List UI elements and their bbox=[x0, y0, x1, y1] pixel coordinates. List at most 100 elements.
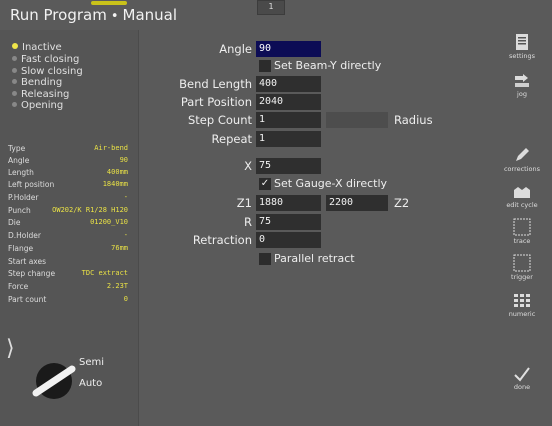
semi-auto-toggle-icon[interactable] bbox=[30, 355, 78, 403]
param-row: Type Air-bend bbox=[8, 143, 128, 154]
param-key: Die bbox=[8, 218, 21, 227]
title-separator: • bbox=[110, 9, 119, 24]
state-item-inactive: Inactive bbox=[12, 42, 62, 54]
set-gauge-x-label: Set Gauge-X directly bbox=[274, 177, 388, 190]
keypad-icon bbox=[514, 294, 530, 307]
trace-icon bbox=[513, 218, 531, 236]
param-key: Start axes bbox=[8, 257, 47, 266]
state-label: Opening bbox=[21, 100, 64, 111]
param-row: Start axes bbox=[8, 256, 128, 267]
state-label: Slow closing bbox=[21, 66, 83, 77]
z2-input[interactable]: 2200 bbox=[326, 195, 388, 211]
edit-cycle-icon bbox=[514, 187, 530, 198]
title-mode: Manual bbox=[122, 6, 178, 24]
radius-label: Radius bbox=[394, 113, 433, 127]
state-dot-icon bbox=[12, 90, 17, 96]
param-value: - bbox=[123, 193, 128, 201]
bend-length-label: Bend Length bbox=[179, 77, 252, 91]
set-beam-y-checkbox[interactable] bbox=[259, 60, 271, 72]
param-value: 0 bbox=[123, 295, 128, 303]
z1-input[interactable]: 1880 bbox=[256, 195, 321, 211]
param-key: Flange bbox=[8, 244, 34, 253]
state-label: Bending bbox=[21, 77, 63, 88]
param-row: Flange 76mm bbox=[8, 243, 128, 254]
param-key: Left position bbox=[8, 180, 55, 189]
param-row: Step change TDC extract bbox=[8, 268, 128, 279]
param-value: 90 bbox=[119, 156, 128, 164]
trigger-button[interactable]: trigger bbox=[500, 254, 544, 281]
param-row: Punch OW202/K R1/28 H120 bbox=[8, 205, 128, 216]
mode-auto-label[interactable]: Auto bbox=[79, 378, 102, 389]
param-value: 1840mm bbox=[102, 180, 128, 188]
param-value: - bbox=[123, 231, 128, 239]
retraction-label: Retraction bbox=[192, 233, 252, 247]
param-row: Die 01200_V10 bbox=[8, 217, 128, 228]
r-input[interactable]: 75 bbox=[256, 214, 321, 230]
angle-input[interactable]: 90 bbox=[256, 41, 321, 57]
state-dot-icon bbox=[12, 78, 17, 84]
edit-cycle-label: edit cycle bbox=[506, 201, 538, 209]
z2-label: Z2 bbox=[394, 196, 410, 210]
state-item-opening: Opening bbox=[12, 100, 63, 112]
part-position-label: Part Position bbox=[180, 95, 252, 109]
jog-button[interactable]: jog bbox=[500, 73, 544, 98]
param-row: Length 400mm bbox=[8, 167, 128, 178]
param-key: Angle bbox=[8, 156, 30, 165]
param-value: OW202/K R1/28 H120 bbox=[52, 206, 128, 214]
repeat-input[interactable]: 1 bbox=[256, 131, 321, 147]
param-key: Type bbox=[8, 144, 26, 153]
step-count-label: Step Count bbox=[188, 113, 252, 127]
pencil-icon bbox=[516, 148, 529, 161]
state-dot-icon bbox=[12, 43, 18, 49]
set-gauge-x-checkbox[interactable]: ✓ bbox=[259, 178, 271, 190]
parallel-retract-checkbox[interactable] bbox=[259, 253, 271, 265]
param-key: Part count bbox=[8, 295, 47, 304]
param-key: Step change bbox=[8, 269, 56, 278]
state-label: Releasing bbox=[21, 89, 70, 100]
jog-label: jog bbox=[517, 90, 527, 98]
param-value: 76mm bbox=[111, 244, 128, 252]
param-row: Part count 0 bbox=[8, 294, 128, 305]
chevron-right-icon[interactable]: ⟩ bbox=[6, 336, 15, 361]
param-row: Left position 1840mm bbox=[8, 179, 128, 190]
checkmark-icon bbox=[514, 367, 530, 382]
settings-icon bbox=[516, 34, 528, 50]
state-dot-icon bbox=[12, 101, 17, 107]
trace-button[interactable]: trace bbox=[500, 218, 544, 245]
jog-icon bbox=[515, 74, 529, 87]
part-position-input[interactable]: 2040 bbox=[256, 94, 321, 110]
settings-button[interactable]: settings bbox=[500, 33, 544, 60]
done-label: done bbox=[513, 383, 531, 391]
step-tab[interactable]: 1 bbox=[257, 0, 285, 15]
edit-cycle-button[interactable]: edit cycle bbox=[500, 184, 544, 209]
corrections-button[interactable]: corrections bbox=[500, 146, 544, 173]
param-value: 2.23T bbox=[106, 282, 128, 290]
done-button[interactable]: done bbox=[500, 366, 544, 391]
param-row: Force 2.23T bbox=[8, 281, 128, 292]
trigger-label: trigger bbox=[511, 273, 533, 281]
state-dot-icon bbox=[12, 67, 17, 73]
x-label: X bbox=[244, 159, 252, 173]
set-beam-y-label: Set Beam-Y directly bbox=[274, 59, 382, 72]
radius-input[interactable] bbox=[326, 112, 388, 128]
state-label: Fast closing bbox=[21, 54, 80, 65]
state-label: Inactive bbox=[22, 42, 62, 53]
r-label: R bbox=[244, 215, 252, 229]
numeric-label: numeric bbox=[508, 310, 536, 318]
param-row: Angle 90 bbox=[8, 155, 128, 166]
mode-semi-label[interactable]: Semi bbox=[79, 357, 104, 368]
mode-indicator-bar bbox=[91, 1, 127, 5]
retraction-input[interactable]: 0 bbox=[256, 232, 321, 248]
numeric-button[interactable]: numeric bbox=[500, 293, 544, 318]
parallel-retract-label: Parallel retract bbox=[274, 252, 355, 265]
z1-label: Z1 bbox=[236, 196, 252, 210]
state-dot-icon bbox=[12, 55, 17, 61]
x-input[interactable]: 75 bbox=[256, 158, 321, 174]
settings-label: settings bbox=[509, 52, 535, 60]
param-value: Air-bend bbox=[94, 144, 128, 152]
param-key: P.Holder bbox=[8, 193, 39, 202]
step-count-input[interactable]: 1 bbox=[256, 112, 321, 128]
bend-length-input[interactable]: 400 bbox=[256, 76, 321, 92]
trace-label: trace bbox=[513, 237, 531, 245]
param-value: 400mm bbox=[106, 168, 128, 176]
